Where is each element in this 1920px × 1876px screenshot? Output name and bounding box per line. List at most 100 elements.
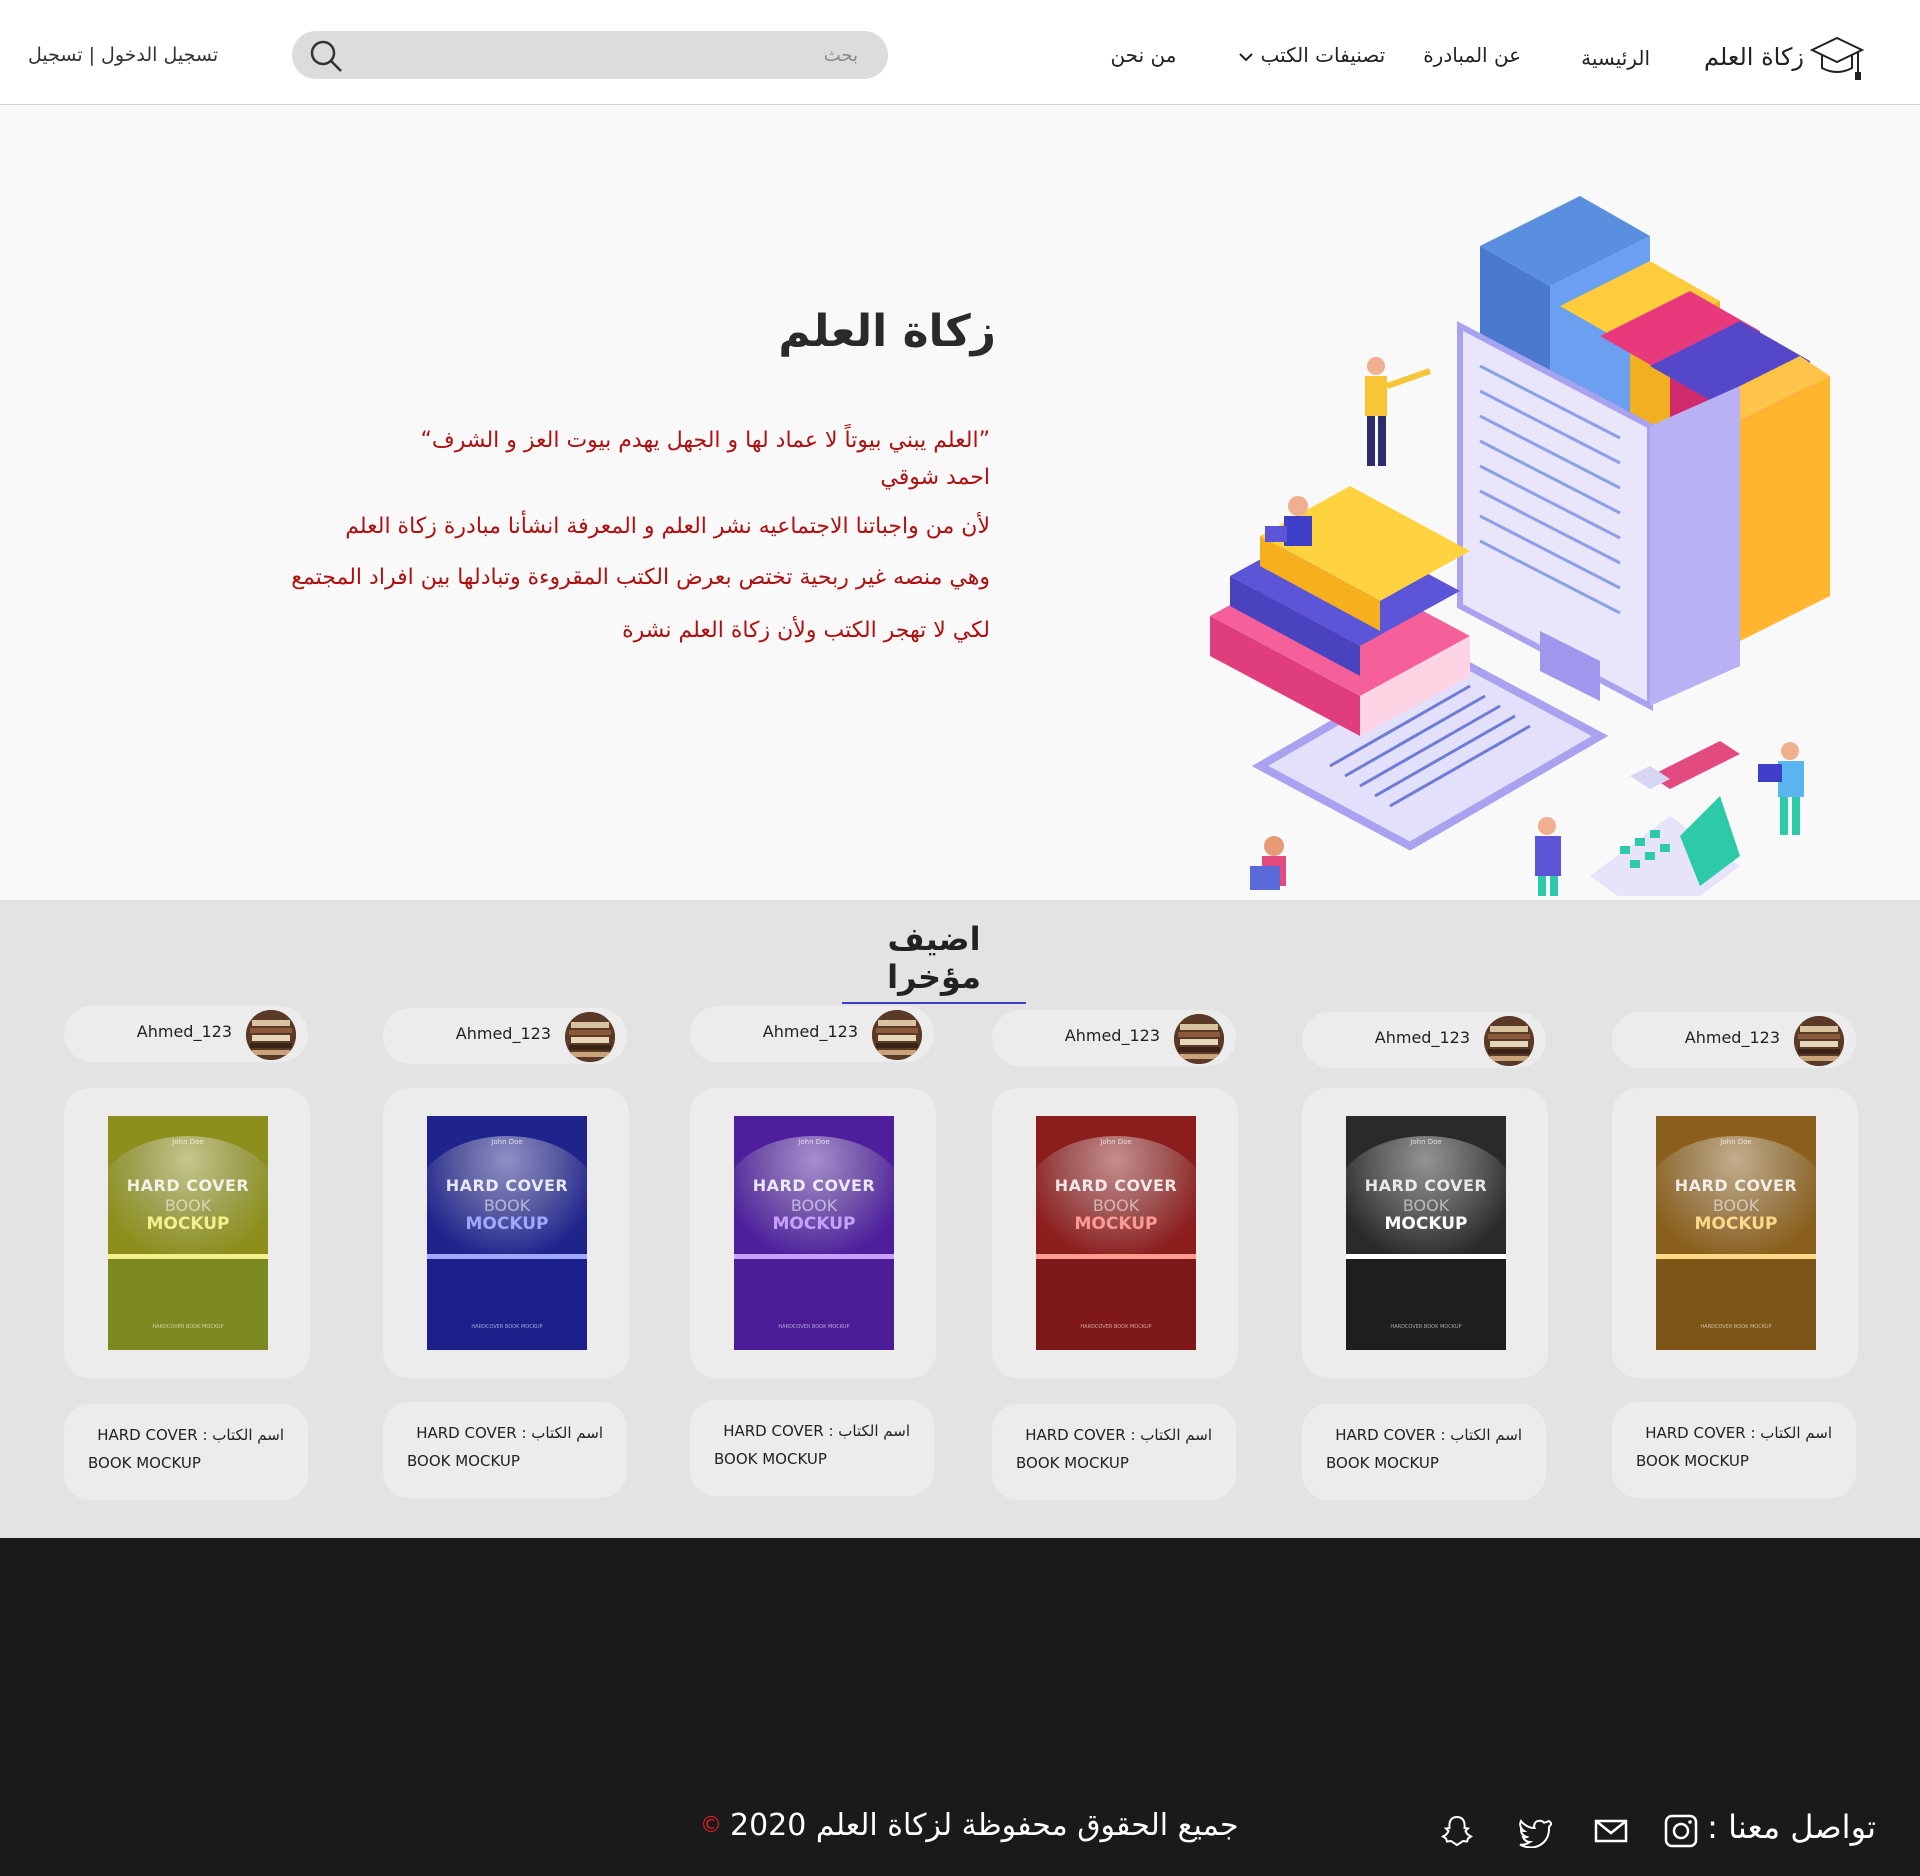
logo[interactable]: زكاة العلم	[1704, 32, 1864, 82]
book-name-label: اسم الكتاب	[531, 1424, 603, 1442]
uploader-name: Ahmed_123	[762, 1022, 858, 1041]
book-name-label: اسم الكتاب	[838, 1422, 910, 1440]
uploader-pill[interactable]: Ahmed_123	[64, 1006, 308, 1062]
book-name-line-2: BOOK MOCKUP	[1636, 1452, 1749, 1470]
book-name-card[interactable]: HARD COVER : اسم الكتاب BOOK MOCKUP	[64, 1404, 308, 1500]
cover-author: John Doe	[798, 1138, 830, 1146]
cover-title-line-1: HARD COVER	[126, 1176, 250, 1195]
cover-bottom	[1346, 1259, 1506, 1350]
book-name-card[interactable]: HARD COVER : اسم الكتاب BOOK MOCKUP	[1302, 1404, 1546, 1500]
cover-author: John Doe	[172, 1138, 204, 1146]
cover-bottom	[108, 1259, 268, 1350]
copyright: جميع الحقوق محفوظة لزكاة العلم 2020 ©	[700, 1808, 1239, 1843]
uploader-pill[interactable]: Ahmed_123	[690, 1006, 934, 1062]
avatar	[1484, 1016, 1534, 1066]
main-nav: الرئيسية عن المبادرة تصنيفات الكتب من نح…	[1110, 40, 1650, 70]
cover-title-line-3: MOCKUP	[146, 1214, 230, 1234]
cover-title-line-2: BOOK	[1092, 1196, 1140, 1215]
auth-separator: |	[88, 44, 96, 66]
copyright-text: جميع الحقوق محفوظة لزكاة العلم 2020	[730, 1808, 1239, 1843]
uploader-pill[interactable]: Ahmed_123	[1302, 1012, 1546, 1068]
book-name-colon: :	[197, 1426, 213, 1444]
book-name-label: اسم الكتاب	[1760, 1424, 1832, 1442]
book-name-card[interactable]: HARD COVER : اسم الكتاب BOOK MOCKUP	[992, 1404, 1236, 1500]
cover-title-line-2: BOOK	[1402, 1196, 1450, 1215]
copyright-icon: ©	[700, 1813, 722, 1838]
cover-author: John Doe	[1720, 1138, 1752, 1146]
book-name-card[interactable]: HARD COVER : اسم الكتاب BOOK MOCKUP	[383, 1402, 627, 1498]
book-name-value: HARD COVER	[1335, 1426, 1436, 1444]
book-cover: John Doe HARD COVER BOOK MOCKUP HARDCOVER BO…	[108, 1116, 268, 1350]
nav-home[interactable]: الرئيسية	[1581, 46, 1650, 70]
login-link[interactable]: تسجيل الدخول	[101, 44, 218, 66]
nav-categories-label: تصنيفات الكتب	[1260, 43, 1386, 67]
cover-footer-text: HARDCOVER BOOK MOCKUP	[152, 1324, 224, 1330]
book-name-line-2: BOOK MOCKUP	[407, 1452, 520, 1470]
section-title: اضيف مؤخرا	[842, 920, 1026, 1004]
uploader-pill[interactable]: Ahmed_123	[992, 1010, 1236, 1066]
cover-title-line-3: MOCKUP	[1694, 1214, 1778, 1234]
cover-title-line-2: BOOK	[483, 1196, 531, 1215]
cover-bottom	[1656, 1259, 1816, 1350]
book-name-line-1: HARD COVER : اسم الكتاب	[1335, 1426, 1522, 1444]
book-cover-card[interactable]: John Doe HARD COVER BOOK MOCKUP HARDCOVER BO…	[1302, 1088, 1548, 1378]
cover-title-line-3: MOCKUP	[465, 1214, 549, 1234]
cover-bottom	[734, 1259, 894, 1350]
search-input[interactable]	[388, 31, 858, 79]
cover-footer-text: HARDCOVER BOOK MOCKUP	[1390, 1324, 1462, 1330]
cover-title-line-2: BOOK	[164, 1196, 212, 1215]
book-name-card[interactable]: HARD COVER : اسم الكتاب BOOK MOCKUP	[1612, 1402, 1856, 1498]
uploader-name: Ahmed_123	[1684, 1028, 1780, 1047]
book-name-colon: :	[1435, 1426, 1451, 1444]
book-cover: John Doe HARD COVER BOOK MOCKUP HARDCOVER BO…	[1656, 1116, 1816, 1350]
book-name-line-1: HARD COVER : اسم الكتاب	[416, 1424, 603, 1442]
book-name-line-2: BOOK MOCKUP	[714, 1450, 827, 1468]
book-name-card[interactable]: HARD COVER : اسم الكتاب BOOK MOCKUP	[690, 1400, 934, 1496]
uploader-pill[interactable]: Ahmed_123	[383, 1008, 627, 1064]
book-cover-card[interactable]: John Doe HARD COVER BOOK MOCKUP HARDCOVER BO…	[383, 1088, 629, 1378]
avatar	[1794, 1016, 1844, 1066]
book-name-line-1: HARD COVER : اسم الكتاب	[1025, 1426, 1212, 1444]
book-name-value: HARD COVER	[416, 1424, 517, 1442]
uploader-pill[interactable]: Ahmed_123	[1612, 1012, 1856, 1068]
avatar	[872, 1010, 922, 1060]
uploader-name: Ahmed_123	[136, 1022, 232, 1041]
book-cover-card[interactable]: John Doe HARD COVER BOOK MOCKUP HARDCOVER BO…	[1612, 1088, 1858, 1378]
nav-categories[interactable]: تصنيفات الكتب	[1238, 40, 1385, 70]
cover-title-line-1: HARD COVER	[1674, 1176, 1798, 1195]
instagram-icon[interactable]	[1664, 1814, 1698, 1852]
uploader-name: Ahmed_123	[1064, 1026, 1160, 1045]
cover-author: John Doe	[1100, 1138, 1132, 1146]
book-cover-card[interactable]: John Doe HARD COVER BOOK MOCKUP HARDCOVER BO…	[992, 1088, 1238, 1378]
book-cover: John Doe HARD COVER BOOK MOCKUP HARDCOVER BO…	[1346, 1116, 1506, 1350]
nav-about-us[interactable]: من نحن	[1110, 40, 1176, 70]
book-name-colon: :	[1125, 1426, 1141, 1444]
footer: جميع الحقوق محفوظة لزكاة العلم 2020 © تو…	[0, 1538, 1920, 1876]
cover-title-line-3: MOCKUP	[772, 1214, 856, 1234]
cover-footer-text: HARDCOVER BOOK MOCKUP	[778, 1324, 850, 1330]
graduation-cap-icon	[1810, 32, 1864, 82]
twitter-icon[interactable]	[1518, 1814, 1553, 1852]
book-cover-card[interactable]: John Doe HARD COVER BOOK MOCKUP HARDCOVER BO…	[64, 1088, 310, 1378]
nav-about-initiative[interactable]: عن المبادرة	[1423, 40, 1521, 70]
cover-author: John Doe	[491, 1138, 523, 1146]
mail-icon[interactable]	[1594, 1814, 1628, 1852]
book-cover: John Doe HARD COVER BOOK MOCKUP HARDCOVER BO…	[734, 1116, 894, 1350]
search-icon[interactable]	[308, 38, 344, 78]
book-name-value: HARD COVER	[1645, 1424, 1746, 1442]
logo-text: زكاة العلم	[1703, 43, 1804, 71]
book-name-label: اسم الكتاب	[1140, 1426, 1212, 1444]
avatar	[1174, 1014, 1224, 1064]
book-name-line-1: HARD COVER : اسم الكتاب	[97, 1426, 284, 1444]
hero-quote-author: احمد شوقي	[880, 465, 990, 490]
book-name-colon: :	[1745, 1424, 1761, 1442]
books-illustration	[1180, 176, 1840, 926]
book-cover: John Doe HARD COVER BOOK MOCKUP HARDCOVER BO…	[1036, 1116, 1196, 1350]
book-name-line-2: BOOK MOCKUP	[1016, 1454, 1129, 1472]
avatar	[246, 1010, 296, 1060]
cover-title-line-1: HARD COVER	[1054, 1176, 1178, 1195]
snapchat-icon[interactable]	[1440, 1814, 1474, 1852]
book-cover: John Doe HARD COVER BOOK MOCKUP HARDCOVER BO…	[427, 1116, 587, 1350]
book-cover-card[interactable]: John Doe HARD COVER BOOK MOCKUP HARDCOVER BO…	[690, 1088, 936, 1378]
register-link[interactable]: تسجيل	[28, 44, 83, 66]
